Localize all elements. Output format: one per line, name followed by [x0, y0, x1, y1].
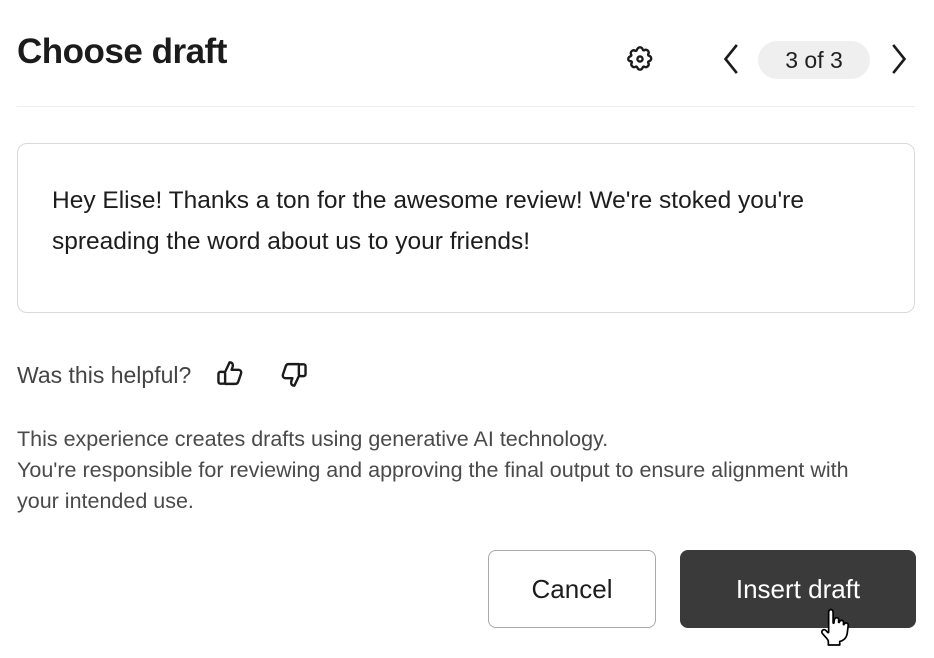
- insert-draft-button[interactable]: Insert draft: [680, 550, 916, 628]
- disclaimer-line-1: This experience creates drafts using gen…: [17, 427, 609, 451]
- thumbs-up-icon: [215, 358, 247, 393]
- thumbs-up-button[interactable]: [211, 355, 251, 395]
- chevron-right-icon: [887, 42, 911, 79]
- draft-text: Hey Elise! Thanks a ton for the awesome …: [52, 187, 804, 255]
- page-title: Choose draft: [17, 32, 227, 71]
- draft-text-card[interactable]: Hey Elise! Thanks a ton for the awesome …: [17, 143, 915, 313]
- gear-icon: [625, 44, 655, 77]
- ai-disclaimer: This experience creates drafts using gen…: [17, 424, 887, 517]
- thumbs-down-button[interactable]: [273, 355, 313, 395]
- choose-draft-dialog: Choose draft 3 of 3 Hey Elise! Thanks a …: [0, 0, 934, 658]
- chevron-left-icon: [719, 42, 743, 79]
- thumbs-down-icon: [277, 358, 309, 393]
- next-draft-button[interactable]: [882, 40, 916, 80]
- header-divider: [17, 106, 915, 107]
- feedback-row: Was this helpful?: [17, 355, 313, 395]
- pagination-indicator: 3 of 3: [758, 41, 870, 79]
- feedback-label: Was this helpful?: [17, 361, 192, 388]
- cancel-button[interactable]: Cancel: [488, 550, 656, 628]
- header-controls: 3 of 3: [620, 33, 916, 87]
- disclaimer-line-2: You're responsible for reviewing and app…: [17, 458, 849, 513]
- previous-draft-button[interactable]: [714, 40, 748, 80]
- dialog-footer: Cancel Insert draft: [488, 550, 916, 628]
- dialog-header: Choose draft 3 of 3: [0, 0, 934, 106]
- settings-button[interactable]: [620, 40, 660, 80]
